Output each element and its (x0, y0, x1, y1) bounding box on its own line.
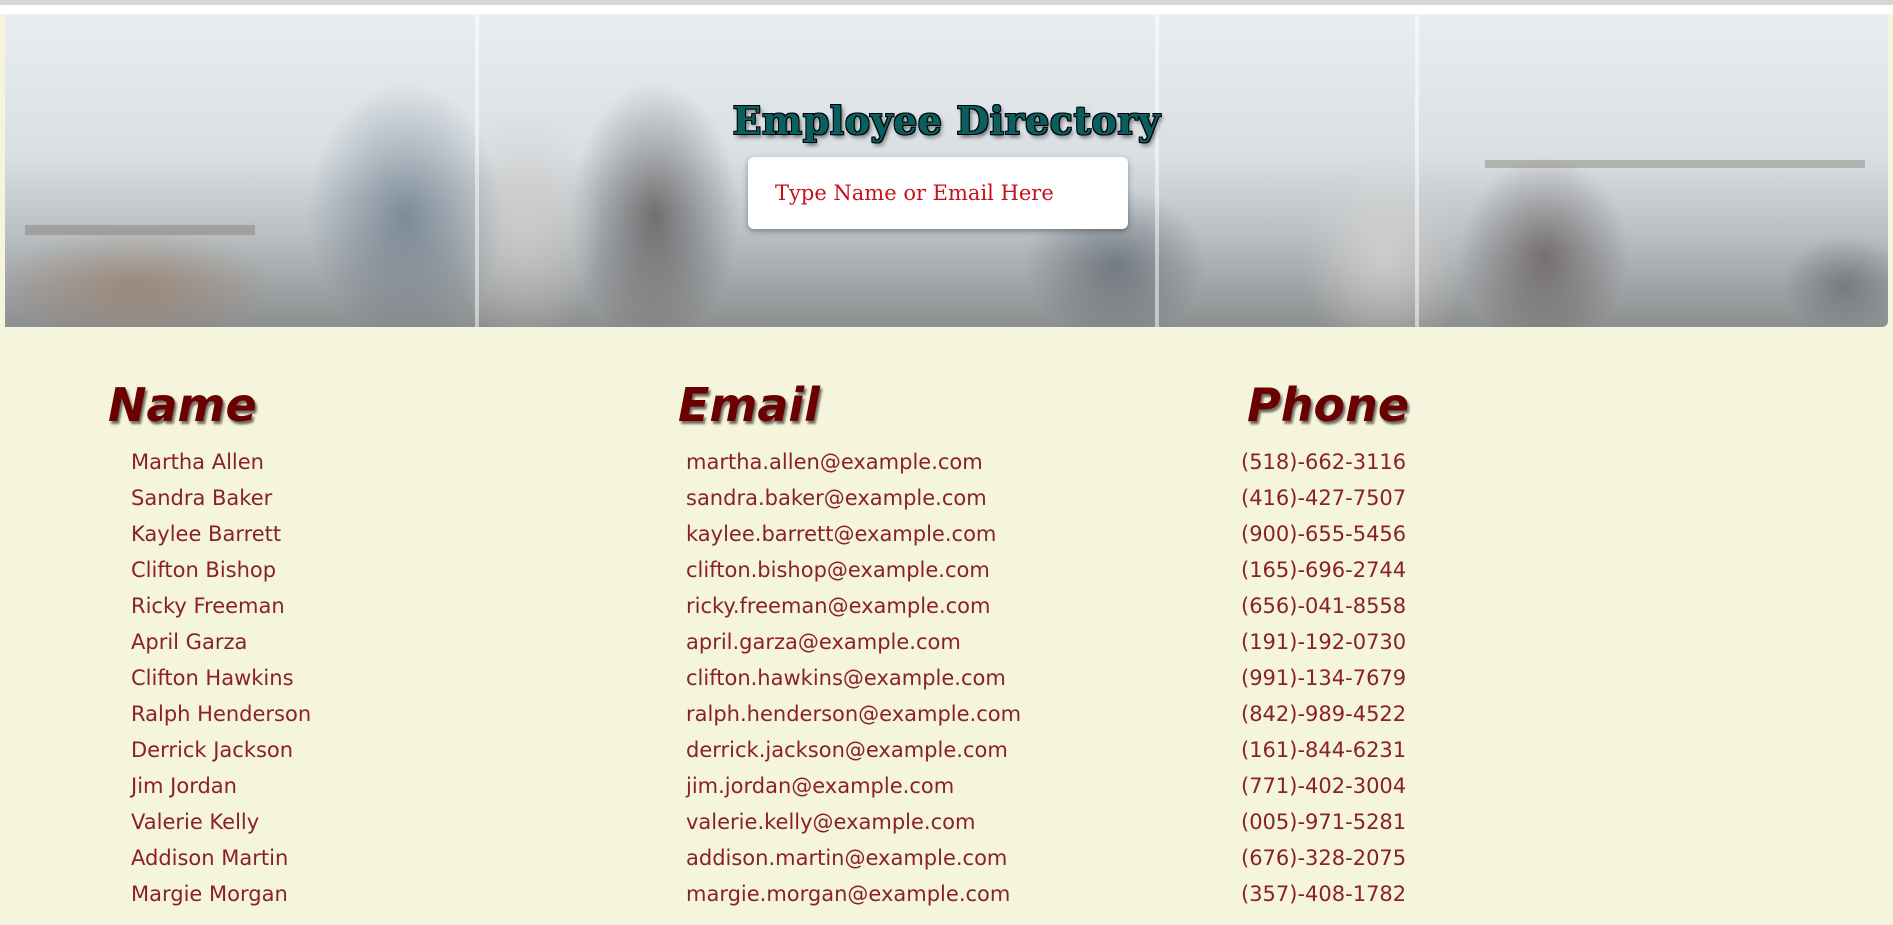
search-input[interactable] (748, 157, 1128, 229)
employee-email: margie.morgan@example.com (686, 882, 1011, 906)
table-row: Derrick Jackson derrick.jackson@example.… (0, 734, 1893, 770)
employee-name: Martha Allen (131, 450, 264, 474)
banner-photo-detail (25, 225, 255, 235)
employee-email: ricky.freeman@example.com (686, 594, 991, 618)
column-header-phone[interactable]: Phone (1247, 378, 1409, 432)
employee-email: clifton.hawkins@example.com (686, 666, 1006, 690)
table-row: Sandra Baker sandra.baker@example.com (4… (0, 482, 1893, 518)
employee-name: Jim Jordan (131, 774, 237, 798)
employee-name: Ralph Henderson (131, 702, 312, 726)
banner-photo-detail (1485, 160, 1865, 168)
employee-phone: (676)-328-2075 (1241, 846, 1407, 870)
banner-photo-detail (1415, 15, 1419, 327)
employee-phone: (900)-655-5456 (1241, 522, 1407, 546)
table-row: Ralph Henderson ralph.henderson@example.… (0, 698, 1893, 734)
page-title: Employee Directory (732, 98, 1161, 143)
employee-name: Clifton Hawkins (131, 666, 294, 690)
employee-name: Kaylee Barrett (131, 522, 282, 546)
employee-email: derrick.jackson@example.com (686, 738, 1008, 762)
employee-name: Addison Martin (131, 846, 289, 870)
table-row: Margie Morgan margie.morgan@example.com … (0, 878, 1893, 914)
employee-phone: (416)-427-7507 (1241, 486, 1407, 510)
table-row: Jim Jordan jim.jordan@example.com (771)-… (0, 770, 1893, 806)
employee-name: April Garza (131, 630, 248, 654)
employee-name: Margie Morgan (131, 882, 288, 906)
table-row: Ricky Freeman ricky.freeman@example.com … (0, 590, 1893, 626)
employee-email: ralph.henderson@example.com (686, 702, 1022, 726)
column-header-email[interactable]: Email (678, 378, 820, 432)
employee-name: Clifton Bishop (131, 558, 277, 582)
employee-email: sandra.baker@example.com (686, 486, 987, 510)
employee-name: Derrick Jackson (131, 738, 294, 762)
employee-name: Sandra Baker (131, 486, 273, 510)
table-row: Martha Allen martha.allen@example.com (5… (0, 446, 1893, 482)
table-row: Addison Martin addison.martin@example.co… (0, 842, 1893, 878)
employee-name: Valerie Kelly (131, 810, 260, 834)
employee-email: martha.allen@example.com (686, 450, 983, 474)
employee-email: april.garza@example.com (686, 630, 961, 654)
employee-email: addison.martin@example.com (686, 846, 1008, 870)
employee-phone: (357)-408-1782 (1241, 882, 1407, 906)
employee-list: Martha Allen martha.allen@example.com (5… (0, 446, 1893, 914)
employee-phone: (771)-402-3004 (1241, 774, 1407, 798)
employee-phone: (656)-041-8558 (1241, 594, 1407, 618)
table-row: Kaylee Barrett kaylee.barrett@example.co… (0, 518, 1893, 554)
column-header-name[interactable]: Name (108, 378, 257, 432)
browser-top-edge (0, 0, 1893, 14)
banner-photo-detail (475, 15, 479, 327)
table-row: Clifton Bishop clifton.bishop@example.co… (0, 554, 1893, 590)
employee-email: jim.jordan@example.com (686, 774, 955, 798)
table-row: Valerie Kelly valerie.kelly@example.com … (0, 806, 1893, 842)
employee-email: valerie.kelly@example.com (686, 810, 976, 834)
employee-phone: (165)-696-2744 (1241, 558, 1407, 582)
table-row: April Garza april.garza@example.com (191… (0, 626, 1893, 662)
employee-phone: (842)-989-4522 (1241, 702, 1407, 726)
employee-name: Ricky Freeman (131, 594, 285, 618)
employee-email: clifton.bishop@example.com (686, 558, 990, 582)
employee-phone: (005)-971-5281 (1241, 810, 1407, 834)
employee-phone: (161)-844-6231 (1241, 738, 1407, 762)
table-row: Clifton Hawkins clifton.hawkins@example.… (0, 662, 1893, 698)
employee-email: kaylee.barrett@example.com (686, 522, 997, 546)
employee-phone: (518)-662-3116 (1241, 450, 1407, 474)
employee-phone: (991)-134-7679 (1241, 666, 1407, 690)
banner-photo-detail (1155, 15, 1159, 327)
employee-phone: (191)-192-0730 (1241, 630, 1407, 654)
